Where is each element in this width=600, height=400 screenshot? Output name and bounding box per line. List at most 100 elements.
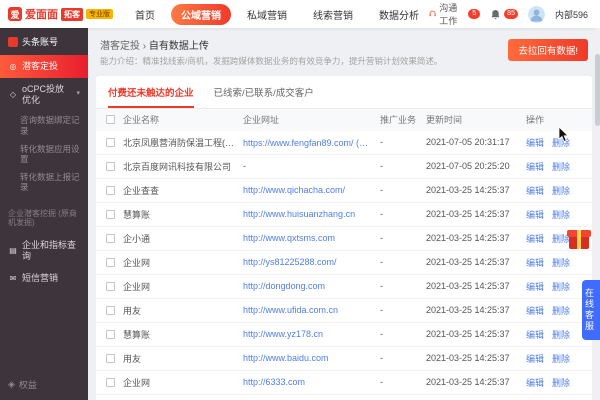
- table-row: 企业网http://6333.com-2021-03-25 14:25:37编辑…: [96, 371, 592, 395]
- delete-button[interactable]: 删除: [552, 256, 570, 269]
- sidebar-benefits[interactable]: ◈ 权益: [0, 369, 88, 400]
- delete-button[interactable]: 删除: [552, 328, 570, 341]
- delete-button[interactable]: 删除: [552, 280, 570, 293]
- benefits-icon: ◈: [8, 379, 15, 390]
- delete-button[interactable]: 删除: [552, 184, 570, 197]
- edit-button[interactable]: 编辑: [526, 160, 544, 173]
- sidebar: 头条账号 ◎潜客定投◇oCPC投放优化▾咨询数据绑定记录转化数据应用设置转化数据…: [0, 28, 88, 400]
- account-label: 头条账号: [22, 35, 58, 48]
- sidebar-item[interactable]: ✉短信营销: [0, 267, 88, 290]
- delete-button[interactable]: 删除: [552, 160, 570, 173]
- tab[interactable]: 付费还未触达的企业: [108, 85, 194, 108]
- nav-item[interactable]: 公域营销: [171, 4, 231, 25]
- row-actions: 编辑删除: [526, 160, 582, 173]
- delete-button[interactable]: 删除: [552, 352, 570, 365]
- select-all-checkbox[interactable]: [106, 115, 115, 124]
- sidebar-item[interactable]: 咨询数据绑定记录: [0, 111, 88, 139]
- row-checkbox[interactable]: [106, 138, 115, 147]
- page-head: 潜客定投 › 自有数据上传 能力介绍：精准找线索/商机，发掘跨媒体数据业务的有效…: [88, 28, 600, 74]
- update-time: 2021-03-25 14:25:37: [426, 257, 526, 267]
- table-row: 企业查查http://www.qichacha.com/-2021-03-25 …: [96, 179, 592, 203]
- company-url[interactable]: http://www.ufida.com.cn: [243, 305, 380, 315]
- company-name: 北京百度网讯科技有限公司: [123, 160, 243, 173]
- promo-business: -: [380, 305, 426, 315]
- company-url[interactable]: http://www.yz178.cn: [243, 329, 380, 339]
- company-url[interactable]: http://www.qichacha.com/: [243, 185, 380, 195]
- company-url[interactable]: http://www.qxtsms.com: [243, 233, 380, 243]
- online-service-button[interactable]: 在线客服: [582, 280, 600, 340]
- delete-button[interactable]: 删除: [552, 136, 570, 149]
- headset-icon: [429, 9, 436, 19]
- edit-button[interactable]: 编辑: [526, 328, 544, 341]
- row-checkbox[interactable]: [106, 258, 115, 267]
- edit-button[interactable]: 编辑: [526, 136, 544, 149]
- sidebar-item[interactable]: ◎潜客定投: [0, 55, 88, 78]
- company-name: 用友: [123, 304, 243, 317]
- sidebar-item[interactable]: 转化数据上报记录: [0, 168, 88, 196]
- company-url[interactable]: http://6333.com: [243, 377, 380, 387]
- promo-business: -: [380, 377, 426, 387]
- company-url[interactable]: http://www.baidu.com: [243, 353, 380, 363]
- row-checkbox[interactable]: [106, 210, 115, 219]
- company-url[interactable]: http://ys81225288.com/: [243, 257, 380, 267]
- row-checkbox[interactable]: [106, 378, 115, 387]
- edit-button[interactable]: 编辑: [526, 184, 544, 197]
- logo[interactable]: 爱 爱面面 拓客 专业版: [0, 6, 121, 22]
- nav-item[interactable]: 首页: [125, 4, 165, 25]
- pull-data-button[interactable]: 去拉回有数据!: [508, 39, 588, 61]
- delete-button[interactable]: 删除: [552, 208, 570, 221]
- row-checkbox[interactable]: [106, 282, 115, 291]
- nav-item[interactable]: 私域营销: [237, 4, 297, 25]
- scrollbar-thumb[interactable]: [595, 54, 600, 126]
- user-avatar-icon: [528, 6, 545, 23]
- work-badge: 5: [468, 9, 480, 19]
- delete-button[interactable]: 删除: [552, 304, 570, 317]
- update-time: 2021-03-25 14:25:37: [426, 233, 526, 243]
- company-url[interactable]: http://dongdong.com: [243, 281, 380, 291]
- work-label: 沟通工作: [439, 1, 465, 27]
- company-url[interactable]: https://www.fengfan89.com/ (示例): [243, 136, 380, 149]
- gift-ribbon: [577, 230, 581, 249]
- work-menu[interactable]: 沟通工作 5: [429, 1, 480, 27]
- page-scrollbar[interactable]: [595, 28, 600, 400]
- nav-item[interactable]: 线索营销: [303, 4, 363, 25]
- row-checkbox[interactable]: [106, 306, 115, 315]
- edit-button[interactable]: 编辑: [526, 232, 544, 245]
- edit-button[interactable]: 编辑: [526, 208, 544, 221]
- table-row: 企业网http://ys81225288.com/-2021-03-25 14:…: [96, 251, 592, 275]
- row-checkbox[interactable]: [106, 186, 115, 195]
- company-url: -: [243, 161, 380, 171]
- gift-promo-icon[interactable]: [567, 228, 591, 250]
- bell-badge: 85: [504, 9, 518, 19]
- edit-button[interactable]: 编辑: [526, 280, 544, 293]
- row-actions: 编辑删除: [526, 208, 582, 221]
- column-header: 操作: [526, 113, 582, 126]
- edit-button[interactable]: 编辑: [526, 304, 544, 317]
- company-url[interactable]: http://www.huisuanzhang.cn: [243, 209, 380, 219]
- row-actions: 编辑删除: [526, 280, 582, 293]
- notification-bell[interactable]: 85: [490, 9, 518, 20]
- edit-button[interactable]: 编辑: [526, 376, 544, 389]
- row-checkbox[interactable]: [106, 234, 115, 243]
- account-selector[interactable]: 头条账号: [0, 28, 88, 55]
- nav-item[interactable]: 数据分析: [369, 4, 429, 25]
- breadcrumb-parent[interactable]: 潜客定投: [100, 41, 140, 52]
- row-checkbox[interactable]: [106, 162, 115, 171]
- delete-button[interactable]: 删除: [552, 376, 570, 389]
- row-checkbox[interactable]: [106, 330, 115, 339]
- sidebar-item[interactable]: ▤企业和指标查询: [0, 234, 88, 268]
- sidebar-item[interactable]: 转化数据应用设置: [0, 140, 88, 168]
- avatar[interactable]: [528, 6, 545, 23]
- edit-button[interactable]: 编辑: [526, 352, 544, 365]
- toutiao-logo-icon: [8, 37, 18, 47]
- update-time: 2021-03-25 14:25:37: [426, 305, 526, 315]
- sidebar-item[interactable]: ◇oCPC投放优化▾: [0, 78, 88, 112]
- tab[interactable]: 已线索/已联系/成交客户: [214, 85, 314, 108]
- table-row: 慧算账http://www.huisuanzhang.cn-2021-03-25…: [96, 203, 592, 227]
- sidebar-item-label: 企业潜客挖掘 (原商机发掘): [8, 209, 80, 228]
- benefits-label: 权益: [19, 378, 37, 391]
- edit-button[interactable]: 编辑: [526, 256, 544, 269]
- row-checkbox[interactable]: [106, 354, 115, 363]
- sidebar-item-label: 潜客定投: [22, 61, 58, 72]
- row-actions: 编辑删除: [526, 352, 582, 365]
